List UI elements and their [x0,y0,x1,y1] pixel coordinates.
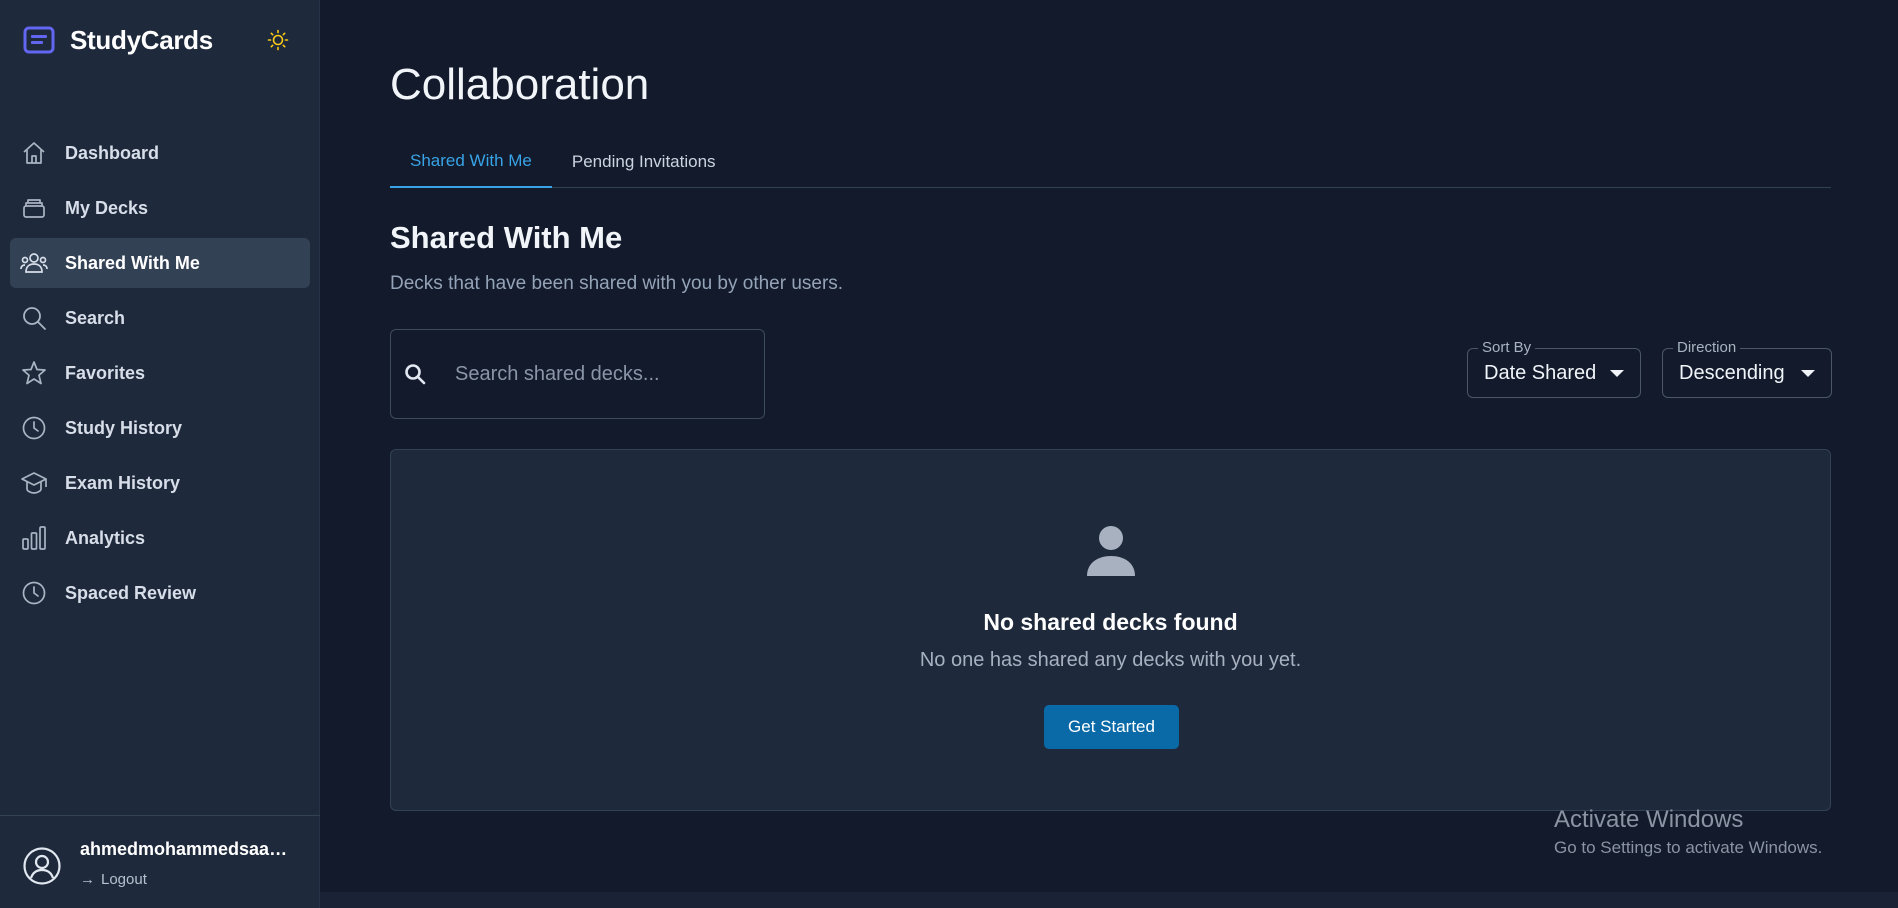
brand-name[interactable]: StudyCards [70,25,213,56]
sidebar-item-label: Shared With Me [65,252,200,273]
direction-value: Descending [1679,362,1785,384]
search-field[interactable] [390,329,765,419]
search-icon [403,362,427,386]
sort-by-label: Sort By [1478,339,1536,356]
sidebar-item-dashboard[interactable]: Dashboard [10,128,310,178]
tab-shared-with-me[interactable]: Shared With Me [390,136,552,188]
sidebar-item-label: Study History [65,417,183,438]
sidebar-item-label: Exam History [65,472,181,493]
watermark-title: Activate Windows [1554,806,1744,833]
search-input[interactable] [455,354,745,394]
logout-label: Logout [101,871,147,888]
get-started-button[interactable]: Get Started [1044,705,1179,749]
star-icon [20,359,48,387]
users-icon [20,249,48,277]
home-icon [20,139,48,167]
person-icon [1081,520,1141,580]
tab-pending-invitations[interactable]: Pending Invitations [552,136,736,188]
sidebar-item-label: Spaced Review [65,582,197,603]
sidebar-item-label: Favorites [65,362,146,383]
page-title: Collaboration [390,60,650,109]
arrow-right-icon: → [80,871,95,888]
sidebar-item-label: Search [65,307,126,328]
section-title: Shared With Me [390,220,623,255]
empty-state-text: No one has shared any decks with you yet… [919,649,1302,671]
sun-icon[interactable] [266,28,290,52]
windows-activation-watermark: Activate Windows Go to Settings to activ… [1554,806,1822,858]
sort-by-select[interactable]: Sort By Date Shared [1467,339,1641,398]
bar-chart-icon [20,524,48,552]
logout-link[interactable]: → Logout [80,871,147,888]
sidebar-item-search[interactable]: Search [10,293,310,343]
user-panel: ahmedmohammedsaad... → Logout [0,815,320,908]
watermark-subtitle: Go to Settings to activate Windows. [1554,838,1823,857]
empty-state-card: No shared decks found No one has shared … [390,449,1831,811]
direction-label: Direction [1673,339,1741,356]
sidebar-item-my-decks[interactable]: My Decks [10,183,310,233]
caret-down-icon [1610,370,1624,377]
sidebar-item-label: Analytics [65,527,146,548]
graduation-cap-icon [20,469,48,497]
caret-down-icon [1801,370,1815,377]
direction-select[interactable]: Direction Descending [1662,339,1832,398]
sidebar-item-label: Dashboard [65,142,160,163]
sort-by-value: Date Shared [1484,362,1597,384]
bottom-edge [320,892,1898,908]
sidebar-item-label: My Decks [65,197,149,218]
sidebar-item-spaced-review[interactable]: Spaced Review [10,568,310,618]
decks-icon [20,194,48,222]
tab-bar: Shared With Me Pending Invitations [390,136,1831,188]
studycards-logo-icon[interactable] [22,25,56,55]
clock-icon [20,579,48,607]
user-name: ahmedmohammedsaad... [80,839,295,859]
empty-state-title: No shared decks found [983,609,1238,635]
search-icon [20,304,48,332]
sidebar-item-favorites[interactable]: Favorites [10,348,310,398]
app-root: StudyCards Dashboard My Decks Shared Wit… [0,0,1898,908]
sidebar-nav: Dashboard My Decks Shared With Me Search… [10,128,310,623]
main-content: Collaboration Shared With Me Pending Inv… [320,0,1898,908]
sidebar-item-shared-with-me[interactable]: Shared With Me [10,238,310,288]
section-subtitle: Decks that have been shared with you by … [390,273,844,294]
brand: StudyCards [22,22,298,58]
clock-icon [20,414,48,442]
sidebar: StudyCards Dashboard My Decks Shared Wit… [0,0,320,908]
user-avatar-icon[interactable] [22,846,62,886]
sidebar-item-analytics[interactable]: Analytics [10,513,310,563]
sidebar-item-exam-history[interactable]: Exam History [10,458,310,508]
sidebar-item-study-history[interactable]: Study History [10,403,310,453]
